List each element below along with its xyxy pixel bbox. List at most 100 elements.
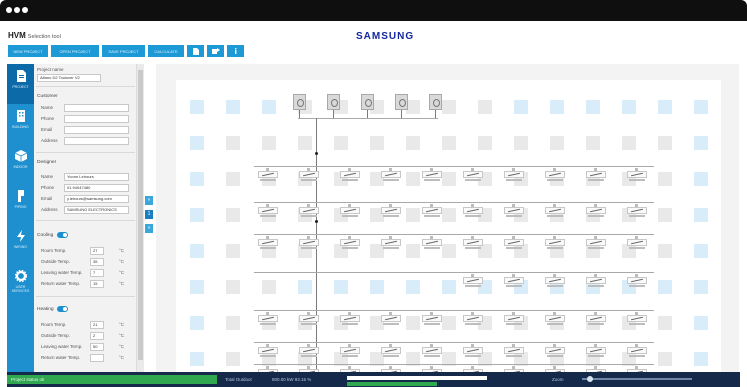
window-dot-icon[interactable] [14, 7, 20, 13]
indoor-unit[interactable] [381, 312, 401, 326]
indoor-unit[interactable] [545, 168, 565, 182]
indoor-unit[interactable] [381, 344, 401, 358]
indoor-unit[interactable] [258, 312, 278, 326]
customer-address-input[interactable] [64, 137, 129, 145]
sidebar-item-indoor[interactable]: INDOOR [7, 144, 34, 184]
indoor-unit[interactable] [627, 204, 647, 218]
cooling-room-temp-input[interactable]: 27 [90, 247, 104, 255]
outdoor-unit[interactable] [395, 94, 408, 110]
indoor-unit[interactable] [586, 204, 606, 218]
indoor-unit[interactable] [586, 168, 606, 182]
indoor-unit[interactable] [545, 344, 565, 358]
form-scrollbar[interactable] [137, 64, 144, 372]
new-project-button[interactable]: NEW PROJECT [8, 45, 48, 57]
window-dot-icon[interactable] [6, 7, 12, 13]
sidebar-item-user-services[interactable]: USER SERVICES [7, 264, 34, 312]
zoom-slider-handle[interactable] [587, 376, 593, 382]
indoor-unit[interactable] [545, 204, 565, 218]
outdoor-unit[interactable] [361, 94, 374, 110]
indoor-unit[interactable] [299, 204, 319, 218]
cooling-toggle[interactable] [57, 232, 68, 238]
indoor-unit[interactable] [422, 312, 442, 326]
indoor-unit[interactable] [545, 312, 565, 326]
collapse-left-button[interactable]: « [145, 196, 153, 205]
heating-leaving-water-input[interactable]: 50 [90, 343, 104, 351]
indoor-unit[interactable] [504, 236, 524, 250]
indoor-unit[interactable] [340, 204, 360, 218]
indoor-unit[interactable] [627, 236, 647, 250]
diagram-sheet[interactable] [176, 80, 721, 379]
calculate-button[interactable]: CALCULATE [148, 45, 184, 57]
outdoor-unit[interactable] [293, 94, 306, 110]
indoor-unit[interactable] [422, 204, 442, 218]
indoor-unit[interactable] [504, 312, 524, 326]
customer-name-input[interactable] [64, 104, 129, 112]
heating-return-water-input[interactable] [90, 354, 104, 362]
save-project-button[interactable]: SAVE PROJECT [102, 45, 145, 57]
indoor-unit[interactable] [258, 168, 278, 182]
indoor-unit[interactable] [504, 344, 524, 358]
heating-room-temp-input[interactable]: 21 [90, 321, 104, 329]
indoor-unit[interactable] [463, 312, 483, 326]
customer-email-input[interactable] [64, 126, 129, 134]
indoor-unit[interactable] [627, 274, 647, 288]
indoor-unit[interactable] [504, 274, 524, 288]
outdoor-unit[interactable] [327, 94, 340, 110]
indoor-unit[interactable] [258, 344, 278, 358]
diagram-canvas[interactable] [156, 64, 739, 379]
indoor-unit[interactable] [299, 168, 319, 182]
window-dot-icon[interactable] [22, 7, 28, 13]
zoom-slider[interactable] [582, 378, 692, 380]
heating-toggle[interactable] [57, 306, 68, 312]
indoor-unit[interactable] [463, 344, 483, 358]
indoor-unit[interactable] [381, 236, 401, 250]
sidebar-item-building[interactable]: BUILDING [7, 104, 34, 144]
panel-page-button[interactable]: 1 [145, 210, 153, 219]
indoor-unit[interactable] [340, 168, 360, 182]
sidebar-item-wiring[interactable]: WIRING [7, 224, 34, 264]
cooling-leaving-water-input[interactable]: 7 [90, 269, 104, 277]
indoor-unit[interactable] [627, 312, 647, 326]
sidebar-item-piping[interactable]: PIPING [7, 184, 34, 224]
indoor-unit[interactable] [422, 168, 442, 182]
indoor-unit[interactable] [299, 344, 319, 358]
indoor-unit[interactable] [422, 344, 442, 358]
indoor-unit[interactable] [258, 204, 278, 218]
indoor-unit[interactable] [381, 168, 401, 182]
indoor-unit[interactable] [340, 344, 360, 358]
sidebar-item-project[interactable]: PROJECT [7, 64, 34, 104]
indoor-unit[interactable] [340, 312, 360, 326]
indoor-unit[interactable] [340, 236, 360, 250]
indoor-unit[interactable] [545, 236, 565, 250]
info-button[interactable] [227, 45, 244, 57]
designer-name-input[interactable]: Yoonn Lehours [64, 173, 129, 181]
cooling-return-water-input[interactable]: 15 [90, 280, 104, 288]
indoor-unit[interactable] [258, 236, 278, 250]
indoor-unit[interactable] [463, 168, 483, 182]
indoor-unit[interactable] [463, 274, 483, 288]
indoor-unit[interactable] [586, 344, 606, 358]
designer-address-input[interactable]: SAMSUNG ELECTRONICS [64, 206, 129, 214]
heating-outside-temp-input[interactable]: 2 [90, 332, 104, 340]
indoor-unit[interactable] [299, 312, 319, 326]
indoor-unit[interactable] [463, 236, 483, 250]
export-button[interactable] [207, 45, 224, 57]
customer-phone-input[interactable] [64, 115, 129, 123]
indoor-unit[interactable] [504, 204, 524, 218]
designer-email-input[interactable]: y.lehours@samsung.com [64, 195, 129, 203]
cooling-outside-temp-input[interactable]: 35 [90, 258, 104, 266]
indoor-unit[interactable] [586, 312, 606, 326]
indoor-unit[interactable] [381, 204, 401, 218]
outdoor-unit[interactable] [429, 94, 442, 110]
indoor-unit[interactable] [586, 274, 606, 288]
document-button[interactable] [187, 45, 204, 57]
indoor-unit[interactable] [299, 236, 319, 250]
designer-phone-input[interactable]: 01 94047480 [64, 184, 129, 192]
indoor-unit[interactable] [627, 168, 647, 182]
scrollbar-thumb[interactable] [138, 70, 143, 360]
open-project-button[interactable]: OPEN PROJECT [51, 45, 99, 57]
indoor-unit[interactable] [627, 344, 647, 358]
project-name-input[interactable]: Alfano D2 Toolover V2 [37, 74, 101, 82]
indoor-unit[interactable] [545, 274, 565, 288]
indoor-unit[interactable] [586, 236, 606, 250]
